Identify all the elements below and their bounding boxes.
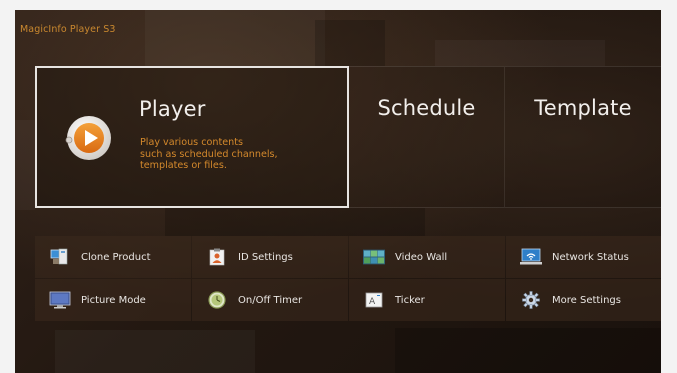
menu-label: Network Status	[552, 251, 629, 263]
more-settings-button[interactable]: More Settings	[506, 279, 661, 321]
clone-product-icon	[49, 248, 71, 266]
background-block	[395, 328, 661, 373]
schedule-tile[interactable]: Schedule	[349, 66, 505, 208]
player-description-line: such as scheduled channels,	[140, 148, 278, 160]
svg-text:A: A	[369, 297, 376, 307]
background-block	[55, 330, 255, 373]
template-title: Template	[534, 96, 632, 120]
player-tile[interactable]: Player Play various contents such as sch…	[35, 66, 349, 208]
background-block	[15, 120, 35, 210]
menu-label: On/Off Timer	[238, 294, 303, 306]
player-title: Player	[139, 97, 206, 121]
settings-menu: Clone Product ID Settings Video Wall Net…	[35, 236, 661, 322]
network-status-icon	[520, 248, 542, 266]
player-description: Play various contents such as scheduled …	[140, 137, 320, 172]
template-tile[interactable]: Template	[505, 66, 661, 208]
video-wall-button[interactable]: Video Wall	[349, 236, 505, 278]
background-block	[145, 10, 325, 66]
app-title: MagicInfo Player S3	[20, 24, 116, 35]
clock-icon	[206, 291, 228, 309]
play-icon	[65, 116, 111, 160]
menu-label: ID Settings	[238, 251, 293, 263]
player-description-line: templates or files.	[140, 160, 227, 171]
id-settings-button[interactable]: ID Settings	[192, 236, 348, 278]
menu-label: More Settings	[552, 294, 621, 306]
menu-label: Clone Product	[81, 251, 151, 263]
menu-label: Ticker	[395, 294, 425, 306]
picture-mode-button[interactable]: Picture Mode	[35, 279, 191, 321]
monitor-icon	[49, 291, 71, 309]
menu-label: Picture Mode	[81, 294, 146, 306]
menu-label: Video Wall	[395, 251, 448, 263]
network-status-button[interactable]: Network Status	[506, 236, 661, 278]
schedule-title: Schedule	[377, 96, 476, 120]
background-block	[165, 208, 425, 236]
id-badge-icon	[206, 248, 228, 266]
on-off-timer-button[interactable]: On/Off Timer	[192, 279, 348, 321]
player-description-line: Play various contents	[140, 137, 243, 148]
ticker-button[interactable]: A Ticker	[349, 279, 505, 321]
ticker-icon: A	[363, 291, 385, 309]
clone-product-button[interactable]: Clone Product	[35, 236, 191, 278]
background-block	[315, 20, 385, 66]
background-block	[435, 40, 605, 66]
screen: MagicInfo Player S3 Player Play various …	[15, 10, 661, 373]
video-wall-icon	[363, 248, 385, 266]
gear-icon	[520, 291, 542, 309]
